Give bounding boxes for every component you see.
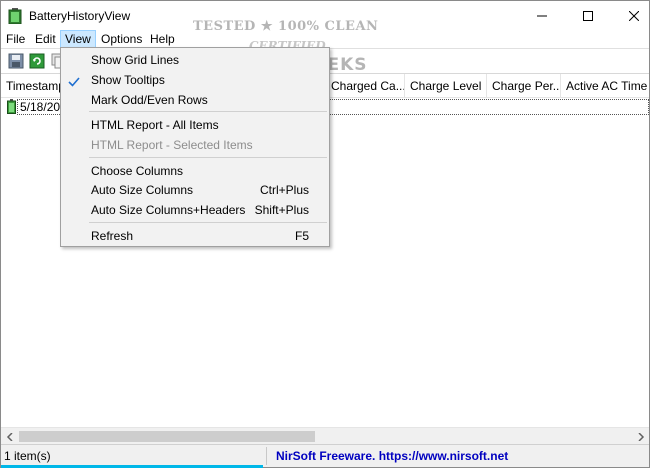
view-menu-dropdown: Show Grid Lines Show Tooltips Mark Odd/E…: [60, 47, 330, 247]
menu-item-html-report-selected: HTML Report - Selected Items: [61, 135, 329, 155]
window-title: BatteryHistoryView: [29, 9, 131, 23]
menu-item-label: HTML Report - All Items: [91, 118, 219, 132]
menu-item-mark-odd-even-rows[interactable]: Mark Odd/Even Rows: [61, 90, 329, 110]
menu-item-label: Show Grid Lines: [91, 53, 180, 67]
menu-item-html-report-all[interactable]: HTML Report - All Items: [61, 115, 329, 135]
menu-bar: File Edit View Options Help: [1, 30, 649, 48]
menu-item-label: Auto Size Columns+Headers: [91, 203, 246, 217]
menu-separator: [89, 111, 327, 112]
menu-item-shortcut: Ctrl+Plus: [259, 183, 309, 197]
close-button[interactable]: [611, 1, 650, 31]
menu-help[interactable]: Help: [146, 30, 179, 48]
menu-item-auto-size-columns-headers[interactable]: Auto Size Columns+Headers Shift+Plus: [61, 200, 329, 220]
menu-item-label: Auto Size Columns: [91, 183, 194, 197]
column-header-active-ac-time[interactable]: Active AC Time: [561, 74, 649, 98]
menu-item-choose-columns[interactable]: Choose Columns: [61, 161, 329, 181]
menu-item-label: Choose Columns: [91, 164, 184, 178]
menu-item-label: HTML Report - Selected Items: [91, 138, 253, 152]
menu-item-show-grid-lines[interactable]: Show Grid Lines: [61, 50, 329, 70]
menu-item-shortcut: F5: [294, 229, 309, 243]
item-count: 1 item(s): [4, 449, 51, 463]
column-header-charge-level[interactable]: Charge Level: [405, 74, 487, 98]
menu-item-show-tooltips[interactable]: Show Tooltips: [61, 70, 329, 90]
menu-item-label: Show Tooltips: [91, 73, 165, 87]
battery-icon: [7, 99, 16, 114]
menu-item-shortcut: Shift+Plus: [254, 203, 309, 217]
scroll-left-arrow-icon[interactable]: [1, 428, 18, 445]
app-window: BatteryHistoryView File Edit View Option…: [0, 0, 650, 468]
menu-options[interactable]: Options: [97, 30, 146, 48]
menu-separator: [89, 222, 327, 223]
status-bar: 1 item(s) NirSoft Freeware. https://www.…: [1, 444, 649, 468]
menu-edit[interactable]: Edit: [31, 30, 60, 48]
maximize-button[interactable]: [565, 1, 611, 31]
status-divider: [266, 447, 267, 465]
menu-item-label: Refresh: [91, 229, 134, 243]
column-header-charged-capacity[interactable]: Charged Ca...: [326, 74, 405, 98]
scroll-right-arrow-icon[interactable]: [632, 428, 649, 445]
minimize-button[interactable]: [519, 1, 565, 31]
refresh-icon[interactable]: [28, 52, 46, 70]
column-header-timestamp[interactable]: Timestamp: [1, 74, 69, 98]
scrollbar-thumb[interactable]: [19, 431, 315, 442]
menu-view[interactable]: View: [60, 30, 96, 48]
menu-item-label: Mark Odd/Even Rows: [91, 93, 208, 107]
battery-app-icon: [8, 8, 22, 25]
horizontal-scrollbar[interactable]: [1, 427, 649, 444]
nirsoft-link[interactable]: NirSoft Freeware. https://www.nirsoft.ne…: [276, 449, 508, 463]
menu-separator: [89, 157, 327, 158]
save-icon[interactable]: [7, 52, 25, 70]
checkmark-icon: [68, 74, 80, 87]
title-bar[interactable]: BatteryHistoryView: [1, 1, 649, 31]
menu-item-auto-size-columns[interactable]: Auto Size Columns Ctrl+Plus: [61, 180, 329, 200]
column-header-charge-percent[interactable]: Charge Per...: [487, 74, 561, 98]
menu-item-refresh[interactable]: Refresh F5: [61, 226, 329, 246]
menu-file[interactable]: File: [2, 30, 29, 48]
